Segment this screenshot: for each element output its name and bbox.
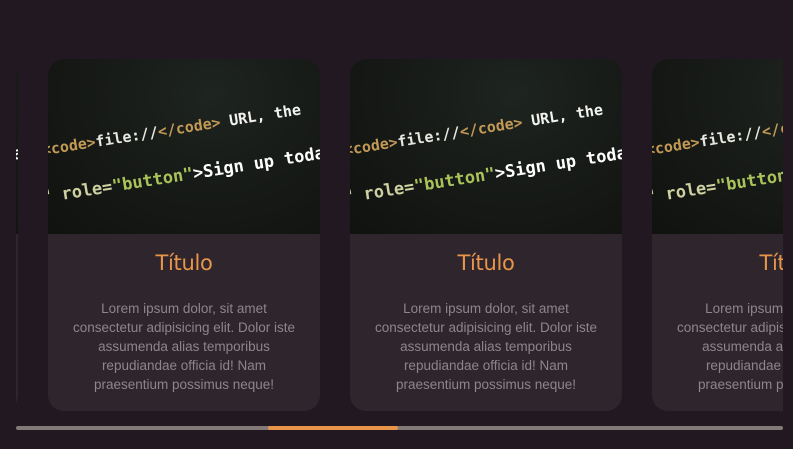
code-screenshot-image: <code>file://</code> URL, the " role="bu…: [652, 100, 783, 208]
card-body: Título Lorem ipsum dolor, sit amet conse…: [350, 234, 622, 394]
code-screenshot-image: <code>file://</code> URL, the " role="bu…: [48, 100, 320, 207]
svg-text:<code>file://</code> URL, the: <code>file://</code> URL, the: [652, 100, 783, 159]
carousel-card-1[interactable]: <code>file://</code> URL, the " role="bu…: [16, 59, 18, 411]
card-image: <code>file://</code> URL, the " role="bu…: [652, 59, 783, 234]
card-title: Título: [759, 251, 783, 275]
svg-text:<code>file://</code> URL, the: <code>file://</code> URL, the: [350, 100, 604, 159]
svg-text:" role="button">Sign up today: " role="button">Sign up today: [16, 142, 18, 208]
scrollbar-thumb[interactable]: [267, 426, 398, 430]
carousel-section: <code>file://</code> URL, the " role="bu…: [0, 0, 793, 449]
card-image: <code>file://</code> URL, the " role="bu…: [350, 59, 622, 234]
code-screenshot-image: <code>file://</code> URL, the " role="bu…: [350, 100, 622, 207]
carousel-viewport[interactable]: <code>file://</code> URL, the " role="bu…: [16, 0, 783, 420]
card-body: Título Lorem ipsum dolor, sit amet conse…: [652, 234, 783, 394]
carousel-card-3[interactable]: <code>file://</code> URL, the " role="bu…: [350, 59, 622, 411]
card-text: Lorem ipsum dolor, sit amet consectetur …: [676, 301, 783, 392]
card-title: Título: [16, 251, 18, 275]
carousel-card-4[interactable]: <code>file://</code> URL, the " role="bu…: [652, 59, 783, 411]
card-image: <code>file://</code> URL, the " role="bu…: [16, 59, 18, 234]
card-body: Título Lorem ipsum dolor, sit amet conse…: [48, 234, 320, 394]
card-image: <code>file://</code> URL, the " role="bu…: [48, 59, 320, 234]
card-title: Título: [155, 251, 213, 275]
carousel-scrollbar[interactable]: [16, 426, 783, 430]
code-screenshot-image: <code>file://</code> URL, the " role="bu…: [16, 142, 18, 208]
card-body: Título Lorem ipsum dolor, sit amet conse…: [16, 234, 18, 394]
card-title: Título: [457, 251, 515, 275]
card-text: Lorem ipsum dolor, sit amet consectetur …: [72, 301, 296, 392]
svg-text:<code>file://</code> URL, the: <code>file://</code> URL, the: [48, 100, 302, 159]
carousel-card-2[interactable]: <code>file://</code> URL, the " role="bu…: [48, 59, 320, 411]
card-text: Lorem ipsum dolor, sit amet consectetur …: [374, 301, 598, 392]
